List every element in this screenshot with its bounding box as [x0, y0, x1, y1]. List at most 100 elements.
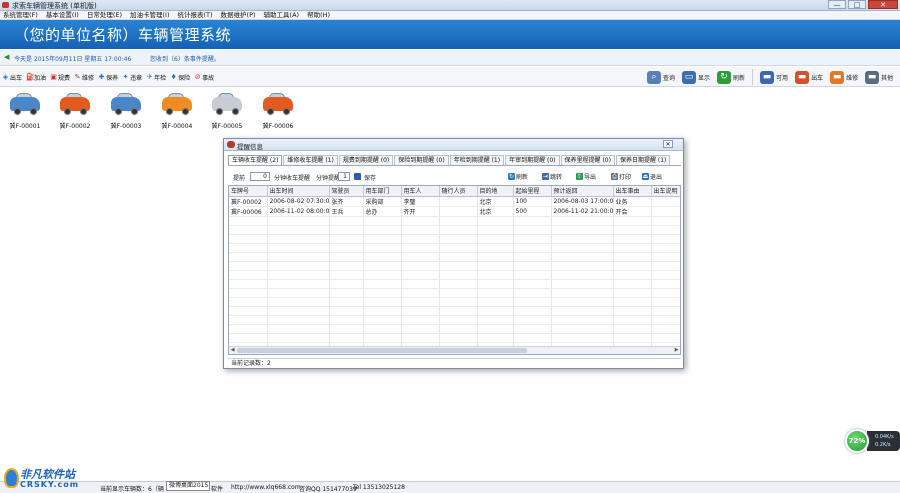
filter-available-button[interactable]: ▬ 可用 [758, 69, 790, 85]
query-button[interactable]: ⌕ 查询 [645, 69, 677, 85]
save-button[interactable]: 保存 [364, 173, 376, 182]
advance-label: 提前 [233, 175, 246, 182]
tab-annual-review-due[interactable]: 年审到期提醒 (0) [505, 155, 560, 165]
menu-reports[interactable]: 统计报表(T) [178, 11, 213, 19]
column-header[interactable]: 出车事由 [613, 186, 652, 197]
watermark-en: CRSKY.com [20, 480, 80, 489]
column-header[interactable]: 预计返回 [551, 186, 614, 197]
dialog-print-button[interactable]: ⎙ 打印 [611, 171, 631, 182]
dialog-close-button[interactable]: ✕ [663, 140, 673, 148]
menu-daily[interactable]: 日常处理(E) [87, 11, 122, 19]
refresh-button[interactable]: ↻ 刷新 [715, 69, 747, 85]
table-cell: 李璧 [401, 196, 440, 207]
toolbar-fuel-button[interactable]: ⛽ 加油 [26, 71, 46, 83]
filter-out-button[interactable]: ▬ 出车 [793, 69, 825, 85]
dialog-exit-button[interactable]: ⏏ 退出 [642, 171, 662, 182]
tab-insurance-due[interactable]: 保险到期提醒 (0) [394, 155, 449, 165]
column-header[interactable]: 车牌号 [229, 186, 268, 197]
toolbar-violation-button[interactable]: ✦ 违章 [122, 71, 142, 83]
dialog-refresh-button[interactable]: ↻ 刷新 [508, 171, 528, 182]
tab-maintenance-mileage[interactable]: 保养里程提醒 (0) [560, 155, 615, 165]
column-header[interactable]: 起始里程 [513, 186, 552, 197]
close-button[interactable]: ✕ [868, 0, 898, 9]
toolbar-repair-button[interactable]: ✎ 维修 [74, 71, 94, 83]
table-cell: 北京 [477, 196, 514, 207]
vehicle-count: 当前显示车辆数：6（辆 [100, 486, 164, 493]
dialog-export-button[interactable]: ⇪ 导出 [576, 171, 596, 182]
column-header[interactable]: 出车时间 [267, 186, 330, 197]
vehicle-panel: 冀F-00001 冀F-00002 冀F-00003 冀F-00004 冀F-0… [0, 91, 900, 131]
maintain-icon: ✚ [98, 72, 105, 81]
refresh-icon: ↻ [717, 70, 732, 84]
tab-inspection-due[interactable]: 年检到期提醒 (1) [449, 155, 505, 165]
status-qq: 咨询QQ 151477039 [299, 486, 357, 493]
table-cell: 业务 [613, 196, 652, 207]
toolbar-inspection-button[interactable]: ✈ 年检 [146, 71, 166, 83]
table-header-row: 车牌号 出车时间 驾驶员 用车部门 用车人 随行人员 目的地 起始里程 预计返回… [229, 186, 680, 197]
menu-system[interactable]: 系统管理(F) [3, 11, 38, 19]
other-car-icon: ▬ [865, 70, 880, 84]
advance-minutes-stepper[interactable]: 0 [250, 172, 270, 181]
status-tel: Tel 13513025128 [353, 484, 405, 491]
tab-fee-due[interactable]: 规费到期提醒 (0) [338, 155, 394, 165]
display-button[interactable]: ▭ 显示 [680, 69, 712, 85]
vehicle-item[interactable]: 冀F-00001 [5, 91, 45, 130]
table-cell [439, 206, 478, 217]
menu-fuel-card[interactable]: 加油卡管理(I) [130, 11, 170, 19]
horizontal-scrollbar[interactable]: ◀ ▶ [229, 346, 680, 354]
column-header[interactable]: 目的地 [477, 186, 514, 197]
vehicle-item[interactable]: 冀F-00002 [55, 91, 95, 130]
table-cell: 王兵 [329, 206, 364, 217]
dialog-jump-button[interactable]: ⇥ 跳转 [542, 171, 562, 182]
reminder-link[interactable]: 您收到（6）条事件提醒。 [150, 54, 220, 63]
maximize-button[interactable]: □ [848, 0, 866, 9]
column-header[interactable]: 随行人员 [439, 186, 478, 197]
filter-repair-button[interactable]: ▬ 维修 [828, 69, 860, 85]
tab-repair-return[interactable]: 维修收车提醒 (1) [283, 155, 338, 165]
menu-tools[interactable]: 辅助工具(A) [264, 11, 300, 19]
column-header[interactable]: 驾驶员 [329, 186, 364, 197]
column-header[interactable]: 出车说明 [651, 186, 680, 197]
scroll-left-icon[interactable]: ◀ [229, 347, 236, 354]
table-row[interactable]: 冀F-00006 2006-11-02 08:00:00 王兵 总办 齐开 北京… [229, 206, 680, 217]
table-cell [439, 196, 478, 207]
table-cell: 2006-08-02 07:30:00 [267, 196, 330, 207]
menu-basic-settings[interactable]: 基本设置(I) [46, 11, 79, 19]
toolbar-maintain-button[interactable]: ✚ 保养 [98, 71, 118, 83]
dialog-title: 提醒信息 [237, 143, 263, 151]
network-stats: 0.04K/s 0.2K/s [867, 431, 900, 451]
interval-input[interactable]: 1 [338, 172, 350, 181]
toolbar-insurance-button[interactable]: ♦ 保险 [170, 71, 190, 83]
menu-data-maintenance[interactable]: 数据维护(P) [221, 11, 256, 19]
toolbar-fee-button[interactable]: ▣ 规费 [50, 71, 70, 83]
scrollbar-thumb[interactable] [237, 348, 527, 353]
toolbar-car-out-button[interactable]: ◈ 出车 [2, 71, 22, 83]
car-out-icon: ◈ [2, 72, 9, 81]
table-cell: 2006-11-02 08:00:00 [267, 206, 330, 217]
banner: （您的单位名称）车辆管理系统 [0, 20, 900, 49]
menu-help[interactable]: 帮助(H) [307, 11, 330, 19]
reminder-tabs: 车辆收车提醒 (2) 维修收车提醒 (1) 规费到期提醒 (0) 保险到期提醒 … [228, 155, 681, 166]
column-header[interactable]: 用车人 [401, 186, 440, 197]
tab-car-return[interactable]: 车辆收车提醒 (2) [228, 155, 283, 165]
banner-title: （您的单位名称）车辆管理系统 [14, 26, 232, 44]
save-icon [354, 173, 361, 180]
column-header[interactable]: 用车部门 [363, 186, 402, 197]
network-monitor-widget[interactable]: 0.04K/s 0.2K/s 72% [845, 429, 900, 453]
tab-maintenance-date[interactable]: 保养日期提醒 (1) [615, 155, 671, 165]
filter-other-button[interactable]: ▬ 其他 [863, 69, 895, 85]
dialog-title-bar[interactable]: 提醒信息 ✕ [224, 139, 683, 151]
vehicle-item[interactable]: 冀F-00006 [258, 91, 298, 130]
toolbar-accident-button[interactable]: ⊘ 事故 [194, 71, 214, 83]
table-cell: 张齐 [329, 196, 364, 207]
status-url[interactable]: http://www.xlq668.com [231, 484, 301, 491]
scroll-right-icon[interactable]: ▶ [673, 347, 680, 354]
vehicle-plate: 冀F-00002 [59, 123, 91, 130]
minimize-button[interactable]: — [828, 0, 846, 9]
table-cell [651, 206, 680, 217]
toolbar-separator [752, 69, 754, 85]
vehicle-item[interactable]: 冀F-00004 [157, 91, 197, 130]
vehicle-item[interactable]: 冀F-00003 [106, 91, 146, 130]
table-row[interactable]: 冀F-00002 2006-08-02 07:30:00 张齐 采购部 李璧 北… [229, 196, 680, 207]
vehicle-item[interactable]: 冀F-00005 [207, 91, 247, 130]
